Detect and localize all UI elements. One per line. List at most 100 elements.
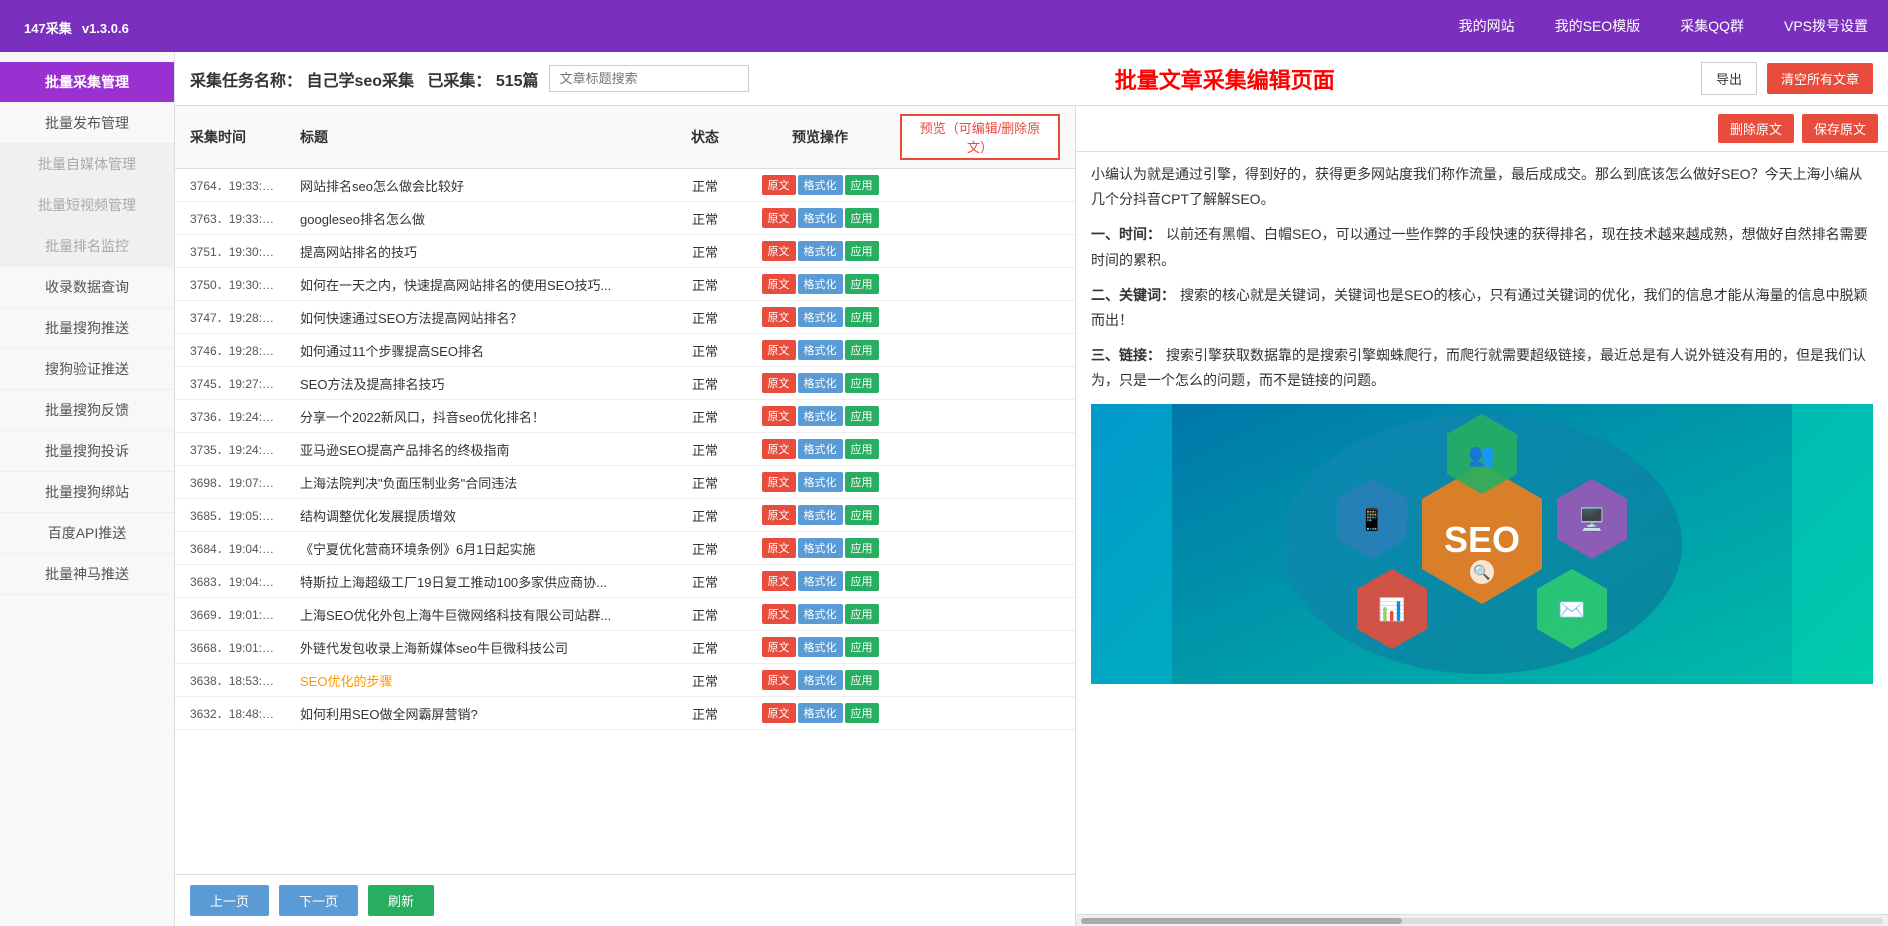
format-button[interactable]: 格式化 [798,670,843,690]
apply-button[interactable]: 应用 [845,538,879,558]
orig-button[interactable]: 原文 [762,703,796,723]
cell-title[interactable]: 网站排名seo怎么做会比较好 [300,176,670,195]
cell-status: 正常 [670,341,740,360]
delete-orig-button[interactable]: 删除原文 [1718,114,1794,143]
format-button[interactable]: 格式化 [798,241,843,261]
orig-button[interactable]: 原文 [762,241,796,261]
sidebar-item-batch-publish[interactable]: 批量发布管理 [0,103,174,144]
format-button[interactable]: 格式化 [798,340,843,360]
format-button[interactable]: 格式化 [798,307,843,327]
apply-button[interactable]: 应用 [845,274,879,294]
nav-qq-group[interactable]: 采集QQ群 [1680,16,1744,36]
format-button[interactable]: 格式化 [798,703,843,723]
apply-button[interactable]: 应用 [845,175,879,195]
col-header-preview: 预览（可编辑/删除原文） [900,114,1060,160]
prev-page-button[interactable]: 上一页 [190,885,269,916]
sidebar-item-shenma-push[interactable]: 批量神马推送 [0,554,174,595]
orig-button[interactable]: 原文 [762,571,796,591]
apply-button[interactable]: 应用 [845,670,879,690]
cell-title[interactable]: SEO优化的步骤 [300,671,670,690]
apply-button[interactable]: 应用 [845,340,879,360]
apply-button[interactable]: 应用 [845,307,879,327]
format-button[interactable]: 格式化 [798,373,843,393]
cell-title[interactable]: 《宁夏优化营商环境条例》6月1日起实施 [300,539,670,558]
sidebar-item-sogou-push[interactable]: 批量搜狗推送 [0,308,174,349]
refresh-button[interactable]: 刷新 [368,885,434,916]
apply-button[interactable]: 应用 [845,439,879,459]
apply-button[interactable]: 应用 [845,241,879,261]
apply-button[interactable]: 应用 [845,604,879,624]
export-button[interactable]: 导出 [1701,62,1757,95]
cell-title[interactable]: 上海法院判决"负面压制业务"合同违法 [300,473,670,492]
format-button[interactable]: 格式化 [798,472,843,492]
preview-edit-delete-btn[interactable]: 预览（可编辑/删除原文） [900,114,1060,160]
format-button[interactable]: 格式化 [798,604,843,624]
save-orig-button[interactable]: 保存原文 [1802,114,1878,143]
apply-button[interactable]: 应用 [845,571,879,591]
cell-title[interactable]: googleseo排名怎么做 [300,209,670,228]
format-button[interactable]: 格式化 [798,406,843,426]
sidebar-item-batch-collect[interactable]: 批量采集管理 [0,62,174,103]
nav-seo-template[interactable]: 我的SEO模版 [1555,16,1641,36]
nav-my-site[interactable]: 我的网站 [1459,16,1515,36]
table-row: 3632．18:48:… 如何利用SEO做全网霸屏营销? 正常 原文 格式化 应… [175,697,1075,730]
cell-title[interactable]: 分享一个2022新风口，抖音seo优化排名！ [300,407,670,426]
apply-button[interactable]: 应用 [845,703,879,723]
cell-title[interactable]: 如何在一天之内，快速提高网站排名的使用SEO技巧... [300,275,670,294]
next-page-button[interactable]: 下一页 [279,885,358,916]
apply-button[interactable]: 应用 [845,505,879,525]
orig-button[interactable]: 原文 [762,274,796,294]
orig-button[interactable]: 原文 [762,505,796,525]
clear-all-button[interactable]: 清空所有文章 [1767,63,1873,94]
orig-button[interactable]: 原文 [762,538,796,558]
orig-button[interactable]: 原文 [762,340,796,360]
preview-point3: 三、链接：搜索引擎获取数据靠的是搜索引擎蜘蛛爬行，而爬行就需要超级链接，最近总是… [1091,343,1873,393]
apply-button[interactable]: 应用 [845,637,879,657]
apply-button[interactable]: 应用 [845,472,879,492]
cell-title[interactable]: 如何利用SEO做全网霸屏营销? [300,704,670,723]
cell-title[interactable]: 特斯拉上海超级工厂19日复工推动100多家供应商协... [300,572,670,591]
format-button[interactable]: 格式化 [798,505,843,525]
format-button[interactable]: 格式化 [798,175,843,195]
cell-status: 正常 [670,209,740,228]
nav-vps-settings[interactable]: VPS拨号设置 [1784,16,1868,36]
cell-title[interactable]: SEO方法及提高排名技巧 [300,374,670,393]
orig-button[interactable]: 原文 [762,637,796,657]
apply-button[interactable]: 应用 [845,373,879,393]
cell-ops: 原文 格式化 应用 [740,307,900,327]
cell-title[interactable]: 提高网站排名的技巧 [300,242,670,261]
table-row: 3698．19:07:… 上海法院判决"负面压制业务"合同违法 正常 原文 格式… [175,466,1075,499]
sidebar-item-sogou-feedback[interactable]: 批量搜狗反馈 [0,390,174,431]
orig-button[interactable]: 原文 [762,373,796,393]
sidebar-item-sogou-verify[interactable]: 搜狗验证推送 [0,349,174,390]
orig-button[interactable]: 原文 [762,670,796,690]
sidebar-item-data-query[interactable]: 收录数据查询 [0,267,174,308]
cell-title[interactable]: 上海SEO优化外包上海牛巨微网络科技有限公司站群... [300,605,670,624]
format-button[interactable]: 格式化 [798,208,843,228]
orig-button[interactable]: 原文 [762,175,796,195]
format-button[interactable]: 格式化 [798,637,843,657]
orig-button[interactable]: 原文 [762,439,796,459]
search-input[interactable] [549,65,749,92]
orig-button[interactable]: 原文 [762,604,796,624]
cell-title[interactable]: 结构调整优化发展提质增效 [300,506,670,525]
orig-button[interactable]: 原文 [762,472,796,492]
apply-button[interactable]: 应用 [845,208,879,228]
cell-title[interactable]: 亚马逊SEO提高产品排名的终极指南 [300,440,670,459]
cell-title[interactable]: 如何快速通过SEO方法提高网站排名？ [300,308,670,327]
format-button[interactable]: 格式化 [798,274,843,294]
header: 147采集 v1.3.0.6 我的网站 我的SEO模版 采集QQ群 VPS拨号设… [0,0,1888,52]
cell-ops: 原文 格式化 应用 [740,571,900,591]
sidebar-item-sogou-bind[interactable]: 批量搜狗绑站 [0,472,174,513]
sidebar-item-sogou-complaint[interactable]: 批量搜狗投诉 [0,431,174,472]
format-button[interactable]: 格式化 [798,439,843,459]
orig-button[interactable]: 原文 [762,208,796,228]
format-button[interactable]: 格式化 [798,571,843,591]
orig-button[interactable]: 原文 [762,307,796,327]
orig-button[interactable]: 原文 [762,406,796,426]
cell-title[interactable]: 如何通过11个步骤提高SEO排名 [300,341,670,360]
format-button[interactable]: 格式化 [798,538,843,558]
apply-button[interactable]: 应用 [845,406,879,426]
sidebar-item-baidu-api[interactable]: 百度API推送 [0,513,174,554]
cell-title[interactable]: 外链代发包收录上海新媒体seo牛巨微科技公司 [300,638,670,657]
